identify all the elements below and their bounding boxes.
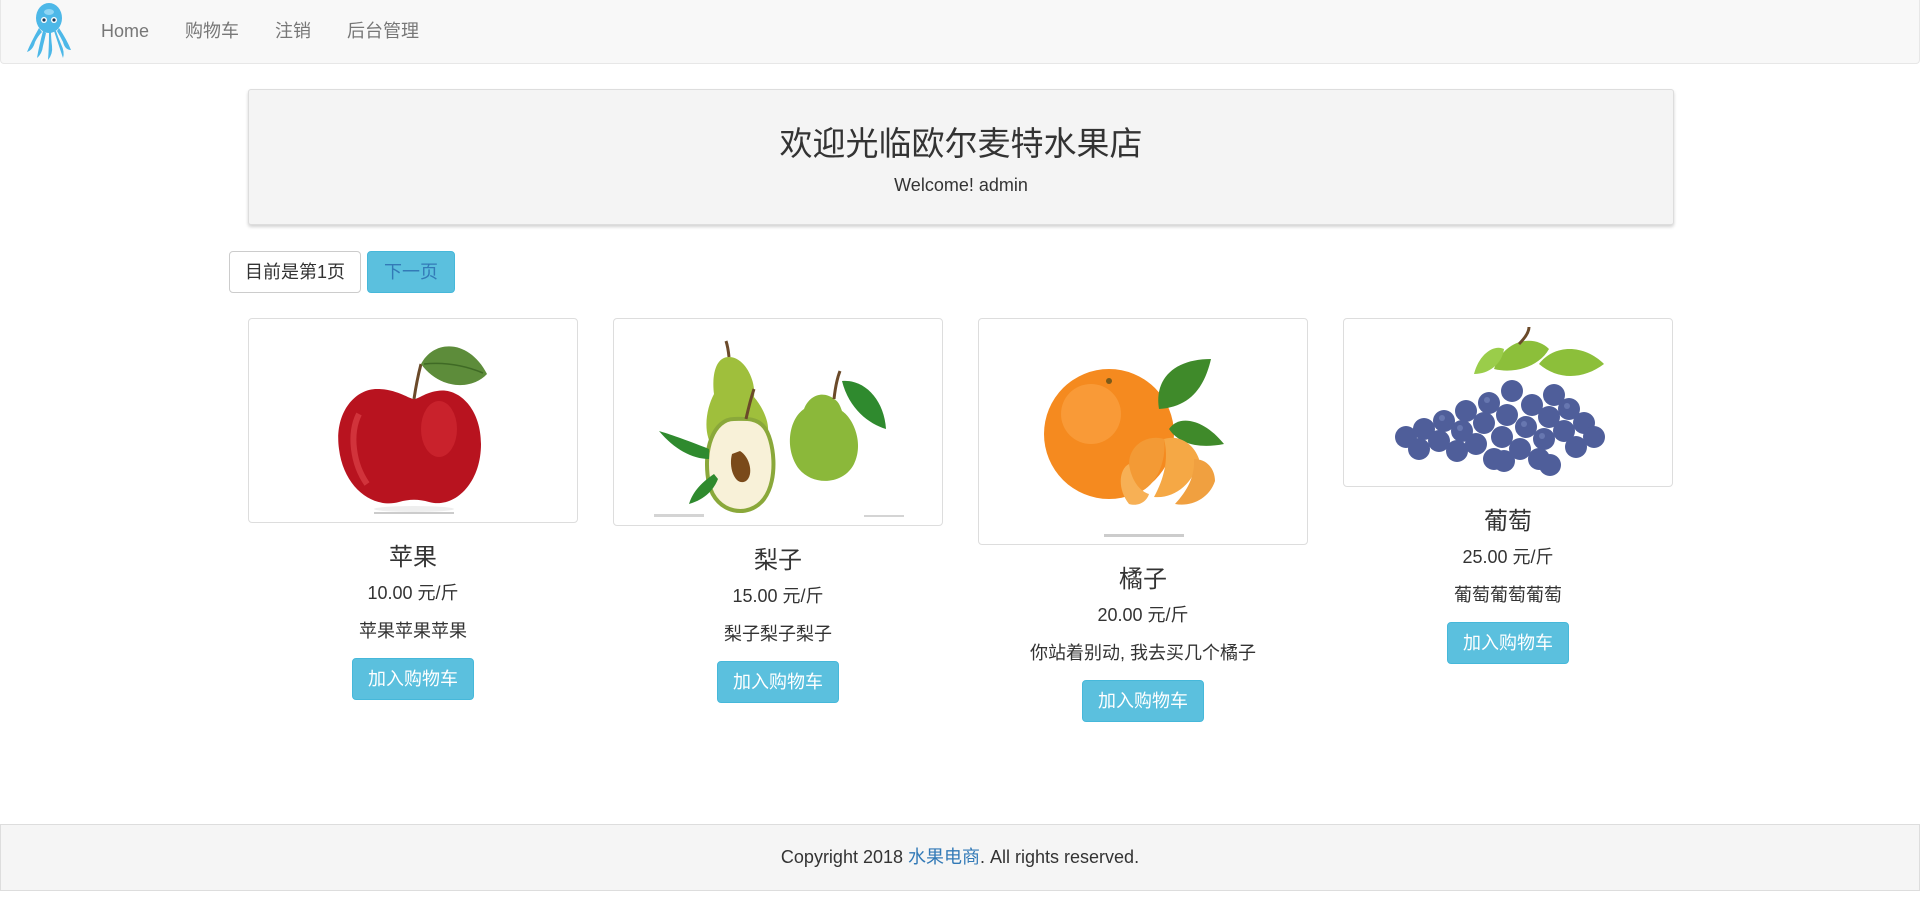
add-to-cart-button[interactable]: 加入购物车	[1082, 680, 1204, 722]
welcome-message: Welcome! admin	[894, 175, 1028, 195]
add-to-cart-button[interactable]: 加入购物车	[1447, 622, 1569, 664]
product-name: 苹果	[389, 544, 437, 571]
site-link[interactable]: 水果电商	[908, 847, 980, 867]
product-name: 葡萄	[1484, 508, 1532, 535]
product-price: 15.00 元/斤	[732, 586, 824, 606]
apple-image[interactable]	[248, 318, 578, 523]
next-page-button[interactable]: 下一页	[367, 251, 456, 293]
page-title: 欢迎光临欧尔麦特水果店	[779, 125, 1143, 162]
octopus-logo-icon[interactable]	[23, 0, 75, 62]
top-navbar: Home 购物车 注销 后台管理	[0, 0, 1920, 64]
product-price: 10.00 元/斤	[367, 583, 459, 603]
nav-cart[interactable]: 购物车	[167, 0, 257, 62]
orange-image[interactable]	[978, 318, 1308, 545]
product-description: 你站着别动, 我去买几个橘子	[1029, 643, 1256, 663]
product-card-grape: 葡萄 25.00 元/斤 葡萄葡萄葡萄 加入购物车	[1343, 318, 1673, 664]
page-footer: Copyright 2018 水果电商. All rights reserved…	[0, 824, 1920, 891]
nav-logout[interactable]: 注销	[257, 0, 329, 62]
nav-home[interactable]: Home	[83, 0, 167, 62]
pagination: 目前是第1页 下一页	[229, 251, 456, 293]
add-to-cart-button[interactable]: 加入购物车	[717, 661, 839, 703]
welcome-banner: 欢迎光临欧尔麦特水果店 Welcome! admin	[248, 89, 1674, 225]
grape-image[interactable]	[1343, 318, 1673, 487]
product-description: 葡萄葡萄葡萄	[1454, 585, 1562, 605]
current-page-indicator: 目前是第1页	[229, 251, 362, 293]
product-name: 橘子	[1119, 566, 1167, 593]
product-card-pear: 梨子 15.00 元/斤 梨子梨子梨子 加入购物车	[613, 318, 943, 703]
pear-image[interactable]	[613, 318, 943, 526]
product-name: 梨子	[754, 547, 802, 574]
add-to-cart-button[interactable]: 加入购物车	[352, 658, 474, 700]
product-description: 苹果苹果苹果	[359, 621, 467, 641]
product-card-orange: 橘子 20.00 元/斤 你站着别动, 我去买几个橘子 加入购物车	[978, 318, 1308, 722]
nav-admin[interactable]: 后台管理	[329, 0, 437, 62]
product-card-apple: 苹果 10.00 元/斤 苹果苹果苹果 加入购物车	[248, 318, 578, 700]
product-price: 20.00 元/斤	[1097, 605, 1189, 625]
product-price: 25.00 元/斤	[1462, 547, 1554, 567]
product-description: 梨子梨子梨子	[724, 624, 832, 644]
copyright-suffix: . All rights reserved.	[980, 847, 1140, 867]
copyright-prefix: Copyright 2018	[780, 847, 909, 867]
